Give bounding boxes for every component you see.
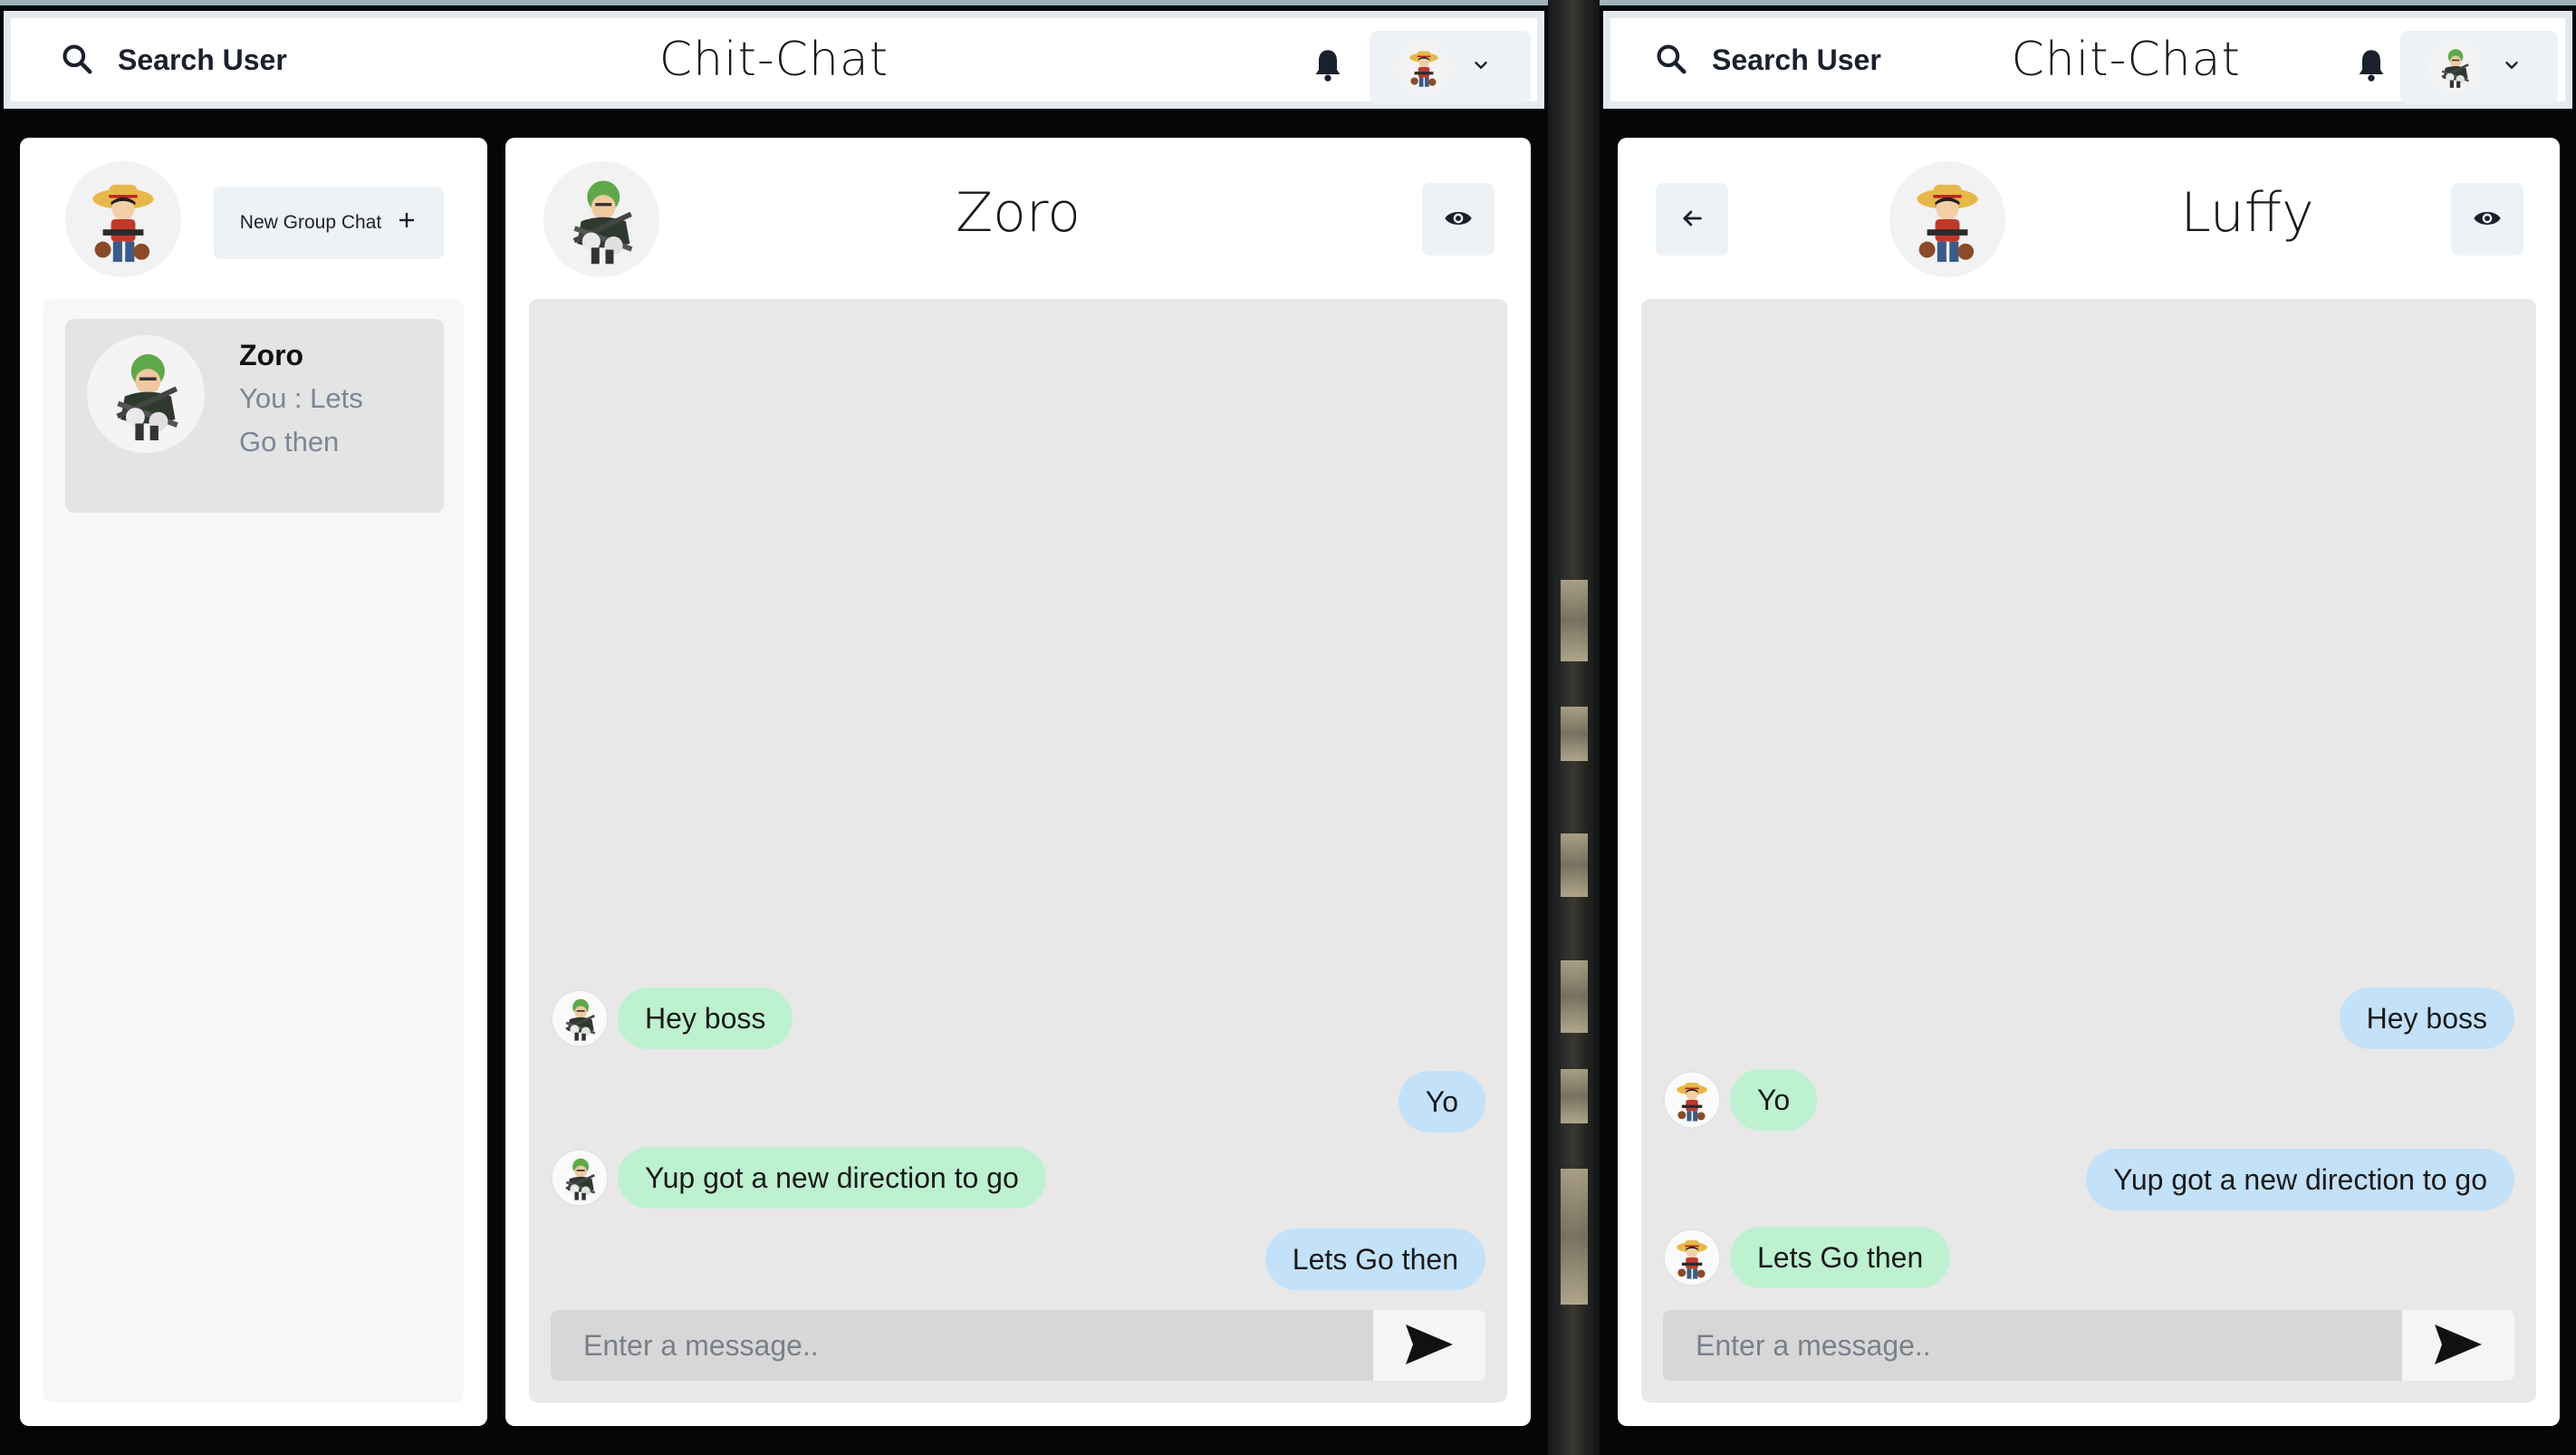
message-bubble-received: Yup got a new direction to go [618,1147,1046,1209]
message-bubble-sent: Yo [1398,1071,1485,1132]
chat-panel: Zoro Hey boss Yo Yup got a new direction… [505,138,1531,1426]
message-composer [1663,1310,2514,1381]
app-title: Chit-Chat [2011,33,2241,87]
new-group-chat-label: New Group Chat [239,212,382,233]
topbar: Search User Chit-Chat [4,11,1544,109]
search-icon [1654,42,1688,79]
chat-list: Zoro You : Lets Go then [43,299,464,1402]
chat-name: Zoro [239,339,304,371]
sender-avatar [551,1149,609,1207]
desktop-streak [1561,960,1588,1033]
message-row: Yup got a new direction to go [551,1147,1046,1209]
desktop-streak [1561,1169,1588,1305]
desktop-streak [1561,707,1588,761]
avatar [2427,40,2482,94]
search-user-button[interactable]: Search User [1632,24,1903,96]
search-user-label: Search User [1712,43,1881,76]
left-window: Search User Chit-Chat New Group Chat Zor… [0,0,1548,1455]
message-bubble-received: Lets Go then [1730,1227,1951,1288]
desktop-streak [1561,833,1588,897]
bell-icon [1310,47,1346,87]
message-row: Lets Go then [1264,1229,1485,1290]
app-title: Chit-Chat [658,33,889,87]
desktop-background-strip [1548,0,1600,1455]
message-row: Yo [1663,1069,1818,1131]
message-input[interactable] [1663,1310,2402,1381]
message-bubble-sent: Lets Go then [1264,1229,1485,1290]
notification-bell-button[interactable] [1301,40,1355,94]
message-bubble-sent: Yup got a new direction to go [2086,1149,2514,1210]
send-button[interactable] [2402,1310,2514,1381]
arrow-left-icon [1679,206,1705,234]
send-icon [2433,1322,2484,1370]
message-row: Hey boss [551,988,793,1049]
message-row: Yup got a new direction to go [2086,1149,2514,1210]
message-composer [551,1310,1485,1381]
desktop-streak [1561,580,1588,661]
sender-avatar [1663,1229,1721,1286]
chat-header-name: Luffy [2180,181,2314,245]
topbar: Search User Chit-Chat [1603,11,2572,109]
chat-header-avatar [1889,161,2005,277]
bell-icon [2353,47,2389,87]
sender-avatar [551,989,609,1047]
message-row: Yo [1398,1071,1485,1132]
desktop-streak [1561,1069,1588,1123]
message-bubble-sent: Hey boss [2339,988,2514,1049]
message-bubble-received: Hey boss [618,988,793,1049]
back-button[interactable] [1656,183,1728,255]
search-user-button[interactable]: Search User [38,24,309,96]
avatar [1397,40,1451,94]
notification-bell-button[interactable] [2344,40,2398,94]
send-icon [1404,1322,1455,1370]
messages-area: Hey boss Yo Yup got a new direction to g… [1641,299,2536,1402]
chat-header-name: Zoro [956,181,1081,245]
view-profile-button[interactable] [1422,183,1495,255]
messages-area: Hey boss Yo Yup got a new direction to g… [529,299,1507,1402]
message-row: Hey boss [2339,988,2514,1049]
search-icon [60,42,94,79]
my-avatar [65,161,181,277]
sender-avatar [1663,1071,1721,1129]
my-chats-panel: New Group Chat Zoro You : Lets Go then [20,138,487,1426]
message-row: Lets Go then [1663,1227,1951,1288]
eye-icon [1444,204,1473,236]
avatar [87,335,205,453]
message-bubble-received: Yo [1730,1069,1818,1131]
search-user-label: Search User [118,43,287,76]
chat-panel: Luffy Hey boss Yo Yup got a new directio… [1618,138,2560,1426]
send-button[interactable] [1373,1310,1485,1381]
view-profile-button[interactable] [2451,183,2523,255]
profile-menu-button[interactable] [2400,31,2558,103]
chevron-down-icon [2502,55,2522,79]
chat-list-item-zoro[interactable]: Zoro You : Lets Go then [65,319,444,513]
plus-icon [396,209,418,236]
eye-icon [2473,204,2502,236]
profile-menu-button[interactable] [1370,31,1531,103]
chat-last-message: You : Lets Go then [239,382,363,458]
chevron-down-icon [1471,55,1491,79]
message-input[interactable] [551,1310,1373,1381]
right-window: Search User Chit-Chat Luffy Hey boss Yo … [1600,0,2576,1455]
new-group-chat-button[interactable]: New Group Chat [214,187,444,259]
